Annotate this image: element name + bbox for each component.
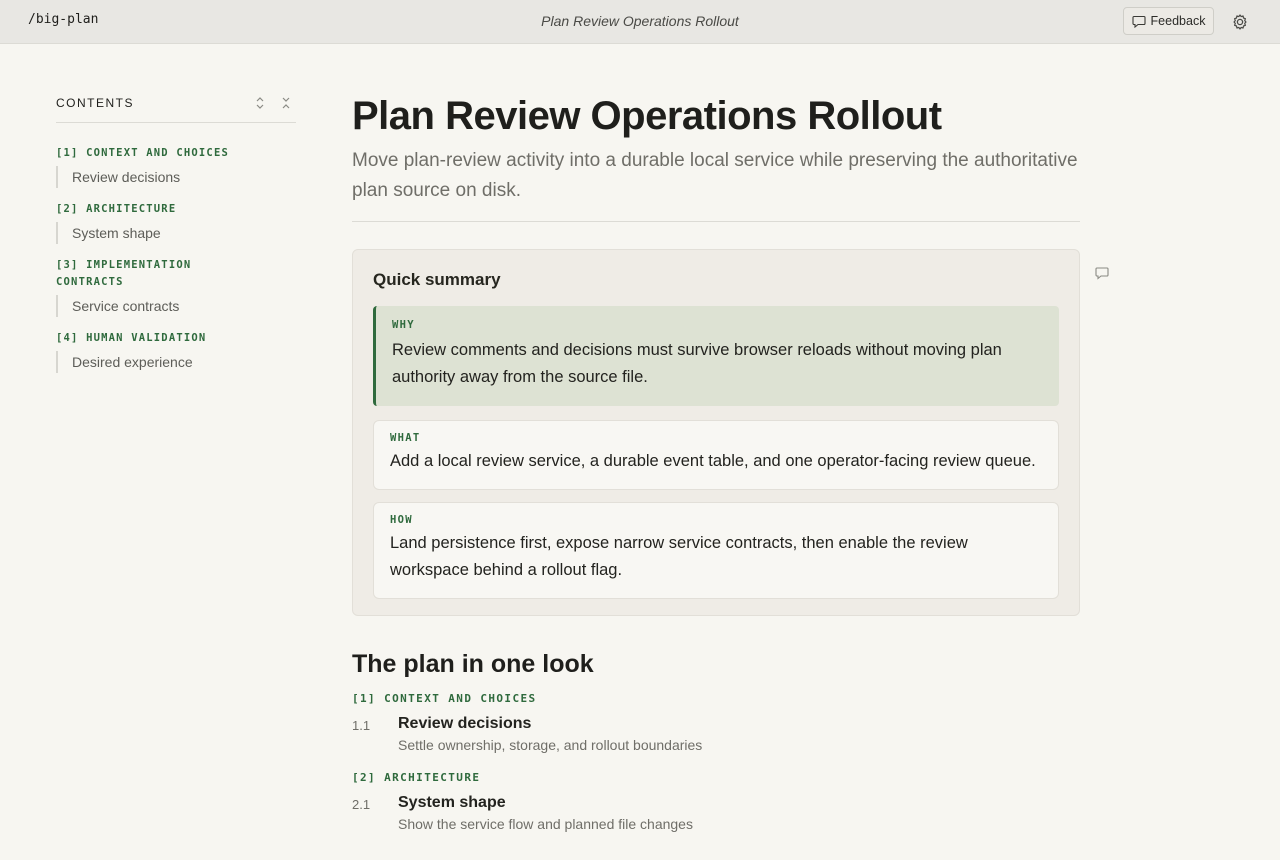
what-kicker: WHAT: [390, 432, 421, 444]
toc-section-2: [2] ARCHITECTURE System shape: [56, 201, 296, 244]
document-title: Plan Review Operations Rollout: [541, 13, 739, 29]
overview-row: 2.1 System shape Show the service flow a…: [352, 794, 1080, 832]
plan-overview: The plan in one look [1] CONTEXT AND CHO…: [352, 648, 1080, 832]
toc-title: CONTENTS: [56, 96, 134, 110]
toc-section-1: [1] CONTEXT AND CHOICES Review decisions: [56, 145, 296, 188]
overview-section-1: [1] CONTEXT AND CHOICES 1.1 Review decis…: [352, 692, 1080, 753]
how-text: Land persistence first, expose narrow se…: [390, 534, 968, 579]
table-of-contents: CONTENTS [1] CONTEXT AND CHOICES Review …: [56, 94, 296, 373]
overview-row-description: Show the service flow and planned file c…: [398, 816, 693, 832]
what-card: WHAT Add a local review service, a durab…: [373, 420, 1059, 490]
overview-row-description: Settle ownership, storage, and rollout b…: [398, 737, 703, 753]
page-subtitle: Move plan-review activity into a durable…: [352, 150, 1078, 201]
why-text: Review comments and decisions must survi…: [392, 341, 1002, 386]
toc-section-label[interactable]: [1] CONTEXT AND CHOICES: [56, 145, 296, 162]
main-header: Plan Review Operations Rollout Move plan…: [352, 92, 1080, 222]
overview-row-name[interactable]: Review decisions: [398, 715, 702, 733]
chevrons-expand-icon[interactable]: [254, 96, 266, 110]
why-callout: WHY Review comments and decisions must s…: [373, 306, 1059, 406]
overview-row-name[interactable]: System shape: [398, 794, 693, 812]
plan-overview-title: The plan in one look: [352, 650, 594, 678]
comment-icon[interactable]: [1095, 266, 1109, 280]
toc-section-3: [3] IMPLEMENTATION CONTRACTS Service con…: [56, 257, 226, 317]
why-kicker: WHY: [392, 319, 415, 331]
overview-section-2: [2] ARCHITECTURE 2.1 System shape Show t…: [352, 771, 1080, 832]
toc-item-review-decisions[interactable]: Review decisions: [56, 166, 296, 188]
toc-section-label[interactable]: [3] IMPLEMENTATION CONTRACTS: [56, 257, 226, 291]
chevrons-collapse-icon[interactable]: [280, 96, 292, 110]
what-text: Add a local review service, a durable ev…: [390, 452, 1036, 470]
quick-summary-panel: Quick summary WHY Review comments and de…: [352, 249, 1080, 616]
summary-title: Quick summary: [373, 270, 501, 289]
toc-section-4: [4] HUMAN VALIDATION Desired experience: [56, 330, 296, 373]
overview-section-label[interactable]: [1] CONTEXT AND CHOICES: [352, 692, 1080, 705]
overview-section-label[interactable]: [2] ARCHITECTURE: [352, 771, 1080, 784]
toc-item-desired-experience[interactable]: Desired experience: [56, 351, 296, 373]
toc-header: CONTENTS: [56, 94, 296, 123]
overview-row-number: 2.1: [352, 797, 371, 812]
how-kicker: HOW: [390, 514, 413, 526]
speech-bubble-icon: [1131, 15, 1146, 28]
top-bar: /big-plan Plan Review Operations Rollout…: [0, 0, 1280, 44]
toc-section-label[interactable]: [2] ARCHITECTURE: [56, 201, 296, 218]
overview-row: 1.1 Review decisions Settle ownership, s…: [352, 715, 1080, 753]
page-title: Plan Review Operations Rollout: [352, 94, 942, 138]
overview-row-number: 1.1: [352, 718, 371, 733]
toc-section-label[interactable]: [4] HUMAN VALIDATION: [56, 330, 296, 347]
divider: [352, 221, 1080, 222]
feedback-button[interactable]: Feedback: [1123, 7, 1214, 35]
toc-item-service-contracts[interactable]: Service contracts: [56, 295, 226, 317]
feedback-label: Feedback: [1150, 14, 1206, 28]
gear-icon[interactable]: [1230, 12, 1250, 32]
how-card: HOW Land persistence first, expose narro…: [373, 502, 1059, 599]
toc-item-system-shape[interactable]: System shape: [56, 222, 296, 244]
